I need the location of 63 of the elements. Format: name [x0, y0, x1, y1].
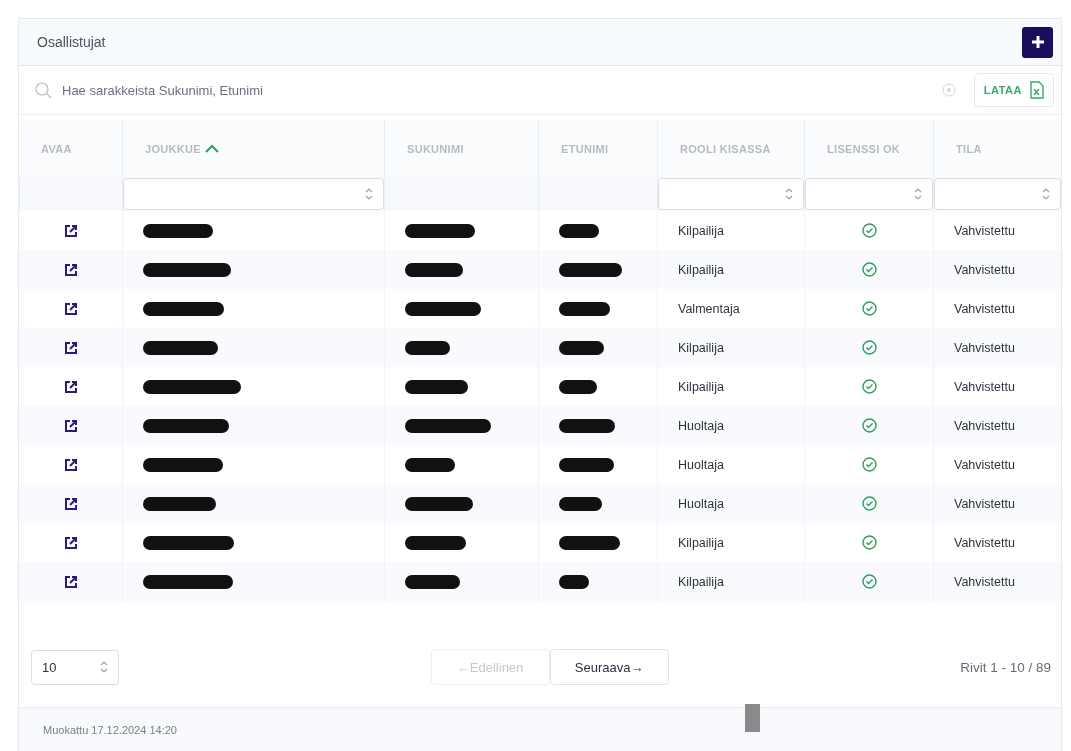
column-header[interactable]: SUKUNIMI	[384, 120, 538, 177]
row-range: Rivit 1 - 10 / 89	[960, 659, 1051, 675]
open-link-icon[interactable]	[63, 418, 78, 433]
sort-ascending-icon[interactable]	[204, 144, 219, 153]
redaction-mark	[405, 379, 468, 394]
redaction-mark	[405, 457, 455, 472]
open-link-icon[interactable]	[63, 301, 78, 316]
open-link-icon[interactable]	[63, 535, 78, 550]
table-cell: Vahvistettu	[933, 406, 1061, 445]
redaction-mark	[559, 301, 610, 316]
table-cell: Kilpailija	[657, 250, 804, 289]
open-link-icon[interactable]	[63, 223, 78, 238]
scroll-handle[interactable]	[745, 704, 760, 732]
column-header[interactable]: JOUKKUE	[122, 120, 384, 177]
chevron-updown-icon	[914, 187, 922, 201]
redaction-mark	[559, 262, 622, 277]
column-header[interactable]: LISENSSI OK	[804, 120, 933, 177]
column-header[interactable]: ETUNIMI	[538, 120, 657, 177]
spreadsheet-file-icon	[1030, 81, 1044, 99]
redaction-mark	[405, 574, 460, 589]
page-size-select[interactable]: 10	[31, 649, 119, 685]
modified-timestamp: Muokattu 17.12.2024 14:20	[43, 724, 177, 736]
redaction-mark	[559, 223, 599, 238]
redaction-mark	[405, 262, 463, 277]
redaction-mark	[143, 223, 213, 238]
redaction-mark	[559, 457, 614, 472]
table-cell: Huoltaja	[657, 484, 804, 523]
column-header[interactable]: TILA	[933, 120, 1061, 177]
redaction-mark	[405, 340, 450, 355]
open-link-icon[interactable]	[63, 496, 78, 511]
table-cell: Vahvistettu	[933, 484, 1061, 523]
chevron-updown-icon	[1042, 187, 1050, 201]
open-link-icon[interactable]	[63, 574, 78, 589]
table-cell: Vahvistettu	[933, 562, 1061, 601]
next-button[interactable]: Seuraava→	[549, 649, 669, 685]
redaction-mark	[559, 340, 604, 355]
redaction-mark	[405, 535, 466, 550]
download-button[interactable]: LATAA	[973, 73, 1054, 107]
open-link-icon[interactable]	[63, 340, 78, 355]
chevron-updown-icon	[365, 187, 373, 201]
open-link-icon[interactable]	[63, 379, 78, 394]
redaction-mark	[405, 496, 473, 511]
redaction-mark	[559, 574, 589, 589]
search-icon	[35, 81, 52, 99]
plus-icon	[1030, 35, 1045, 49]
chevron-updown-icon	[785, 187, 793, 201]
table-cell: Vahvistettu	[933, 250, 1061, 289]
redaction-mark	[559, 418, 615, 433]
table-cell: Huoltaja	[657, 406, 804, 445]
table-cell: Vahvistettu	[933, 328, 1061, 367]
table-cell: Kilpailija	[657, 328, 804, 367]
redaction-mark	[559, 535, 620, 550]
redaction-mark	[559, 379, 597, 394]
redaction-mark	[559, 496, 602, 511]
panel-title: Osallistujat	[37, 34, 106, 50]
table-cell: Kilpailija	[657, 562, 804, 601]
chevron-updown-icon	[100, 660, 108, 674]
open-link-icon[interactable]	[63, 457, 78, 472]
column-header[interactable]: AVAA	[19, 120, 122, 177]
column-header[interactable]: ROOLI KISASSA	[657, 120, 804, 177]
open-link-icon[interactable]	[63, 262, 78, 277]
add-button[interactable]	[1022, 26, 1053, 58]
redaction-mark	[405, 223, 475, 238]
